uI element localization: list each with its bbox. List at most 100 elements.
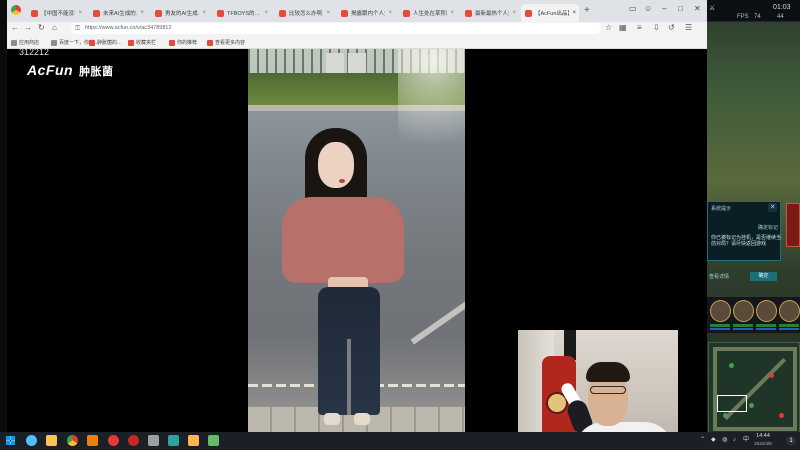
system-tray [678,432,800,450]
taskbar-search-icon[interactable] [26,435,37,446]
game-timer: 01:03 [773,4,791,11]
refresh-icon[interactable]: ↻ [38,23,45,33]
bookmark-label: 收藏夹栏 [136,40,157,46]
tab-favicon-icon [403,9,410,17]
bookmark-item[interactable]: 肿胀菌的… [89,38,122,47]
tray-expand-icon[interactable]: ⌃ [700,437,705,444]
person-leg-gap [347,339,351,415]
browser-tab[interactable]: 男友的AI生成… × [151,4,209,22]
tab-favicon-icon [217,9,224,17]
tab-favicon-icon [341,9,348,17]
taskbar-explorer-icon[interactable] [46,435,57,446]
acfun-logo-text: AcFun [27,62,74,78]
notification-center-icon[interactable]: 1 [786,436,796,446]
extensions-icon[interactable]: ▦ [619,23,627,33]
browser-profile-icon[interactable]: ☺ [644,4,652,14]
minimap[interactable] [708,342,800,434]
tab-close-icon[interactable]: × [388,10,392,16]
history-icon[interactable]: ↺ [668,23,675,33]
champion-portrait[interactable] [710,300,731,322]
notice-close-icon[interactable]: ✕ [768,203,777,212]
taskbar-boat-icon[interactable] [168,435,179,446]
taskbar-browser-icon[interactable] [67,435,78,446]
download-icon[interactable]: ⇩ [653,23,660,33]
bookmark-label: 你的推荐 [177,40,198,46]
video-frame[interactable] [248,49,465,432]
tab-close-icon[interactable]: × [572,10,576,16]
bookmark-item[interactable]: 你的推荐 [169,38,197,47]
side-shop-tab[interactable] [786,203,800,247]
home-icon[interactable]: ⌂ [52,23,57,33]
browser-tab[interactable]: 比较怎么办啊…× [275,4,333,22]
browser-tab-active[interactable]: 【AcFun出品】A…× [521,4,579,22]
menu-icon[interactable]: ≡ [637,23,642,33]
browser-logo-icon[interactable] [11,5,21,15]
tab-label: 人生处在某阶段… [413,11,447,17]
windows-start-icon[interactable] [6,436,15,445]
close-window-icon[interactable]: ✕ [694,4,701,14]
browser-tab[interactable]: 人生处在某阶段…× [399,4,457,22]
taskbar-app2-icon[interactable] [208,435,219,446]
taskbar-app-icon[interactable] [87,435,98,446]
bookmark-star-icon[interactable]: ☆ [605,23,612,33]
tray-clock-date[interactable]: 2022/4/5 [752,441,774,447]
bookmark-icon [128,39,134,46]
browser-window: 【中国不能没有】你被…× 未来AI生成的…× 男友的AI生成…× TFBOYS的… [7,0,707,49]
browser-tab[interactable]: 【中国不能没有】你被…× [27,4,85,22]
tray-network-icon[interactable]: ◍ [722,437,727,444]
scene-sunlight [398,49,465,169]
maximize-window-icon[interactable]: □ [678,4,683,14]
tray-volume-icon[interactable]: ♪ [733,437,736,444]
tab-close-icon[interactable]: × [264,10,268,16]
minimap-lane [713,347,797,351]
minimize-window-icon[interactable]: – [662,4,666,14]
ping-value: 44 [777,14,784,20]
bookmark-item[interactable]: 查看更多内容 [207,38,245,47]
tab-close-icon[interactable]: × [78,10,82,16]
tab-close-icon[interactable]: × [202,10,206,16]
taskbar-game-icon[interactable] [188,435,199,446]
fps-value: 74 [754,14,761,20]
browser-tab[interactable]: TFBOYS的… × [213,4,271,22]
notice-detail-link[interactable]: 查看详情 [709,273,729,280]
browser-tab[interactable]: 揭露跟内个人生…× [337,4,395,22]
tray-app-icon[interactable]: ◆ [711,437,716,444]
browser-menu-icon[interactable]: ▭ [629,4,637,14]
tray-clock-time[interactable]: 14:44 [752,433,774,440]
forward-icon[interactable]: → [24,23,32,33]
back-icon[interactable]: ← [11,23,19,33]
browser-tab[interactable]: 最新最热个人生…× [461,4,519,22]
taskbar-netease-icon[interactable] [128,435,139,446]
minimap-marker [723,413,728,418]
tab-label: 比较怎么办啊… [289,11,323,17]
tab-close-icon[interactable]: × [450,10,454,16]
bookmark-icon [11,39,17,46]
mana-bar [756,328,776,330]
tray-ime-icon[interactable]: 中 [743,437,749,444]
taskbar-weibo-icon[interactable] [108,435,119,446]
tab-label: 揭露跟内个人生… [351,11,385,17]
browser-tab[interactable]: 未来AI生成的… × [89,4,147,22]
champion-portrait[interactable] [756,300,777,322]
bookmark-item[interactable]: 收藏夹栏 [128,38,156,47]
game-stat-icon: ⚔ [709,5,716,12]
tab-close-icon[interactable]: × [512,10,516,16]
more-icon[interactable]: ☰ [685,23,692,33]
notice-ok-button[interactable]: 确定 [750,272,777,281]
health-bar [756,324,776,327]
address-url: https://www.acfun.cn/v/ac34789812 [85,25,172,31]
tab-close-icon[interactable]: × [140,10,144,16]
champion-portrait[interactable] [733,300,754,322]
tab-favicon-icon [31,9,38,17]
bookmark-item[interactable]: 应用商店 [11,38,39,47]
notice-title: 系统提示 [711,206,732,212]
address-bar[interactable]: ⚿ https://www.acfun.cn/v/ac34789812 [71,23,601,34]
minimap-marker [749,403,754,408]
taskbar-tool-icon[interactable] [148,435,159,446]
champion-portrait[interactable] [779,300,800,322]
tab-close-icon[interactable]: × [326,10,330,16]
new-tab-button[interactable]: + [584,6,590,16]
team-portraits [707,297,800,333]
tab-label: 未来AI生成的… [103,11,138,17]
minimap-camera-box[interactable] [717,395,747,412]
